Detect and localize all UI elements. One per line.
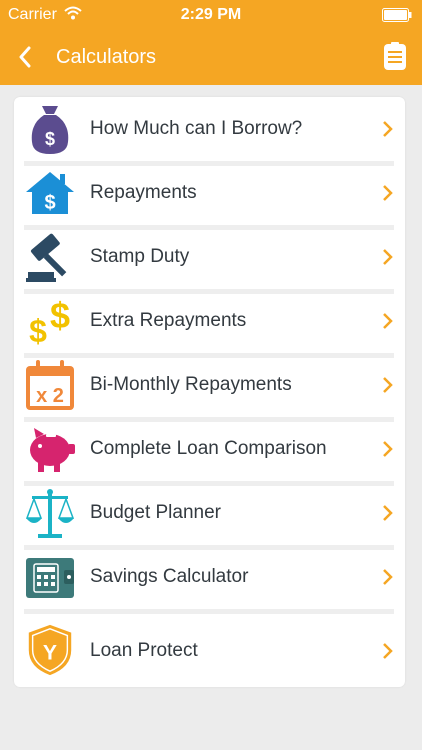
svg-text:x 2: x 2 [36,385,64,407]
chevron-right-icon [383,643,393,659]
page-title: Calculators [56,45,157,68]
wallet-calculator-icon [26,558,74,598]
list-item-label: Complete Loan Comparison [90,438,327,459]
list-item-label: Repayments [90,182,197,203]
chevron-right-icon [383,313,393,329]
svg-text:$: $ [45,129,55,149]
svg-text:$: $ [50,295,70,336]
status-bar: Carrier 2:29 PM [0,0,422,30]
list-item-budget-planner[interactable]: Budget Planner [14,481,405,545]
header-bar: Carrier 2:29 PM Calculators [0,0,422,85]
nav-bar: Calculators [0,30,422,85]
list-item-label: Stamp Duty [90,246,190,267]
list-item-label: Bi-Monthly Repayments [90,374,292,395]
money-bag-icon: $ [31,106,69,154]
list-item-loan-protect[interactable]: Y Loan Protect [14,617,405,685]
chevron-right-icon [383,505,393,521]
list-item-repayments[interactable]: $ Repayments [14,161,405,225]
chevron-right-icon [383,569,393,585]
list-item-label: Extra Repayments [90,310,247,331]
list-item-label: Savings Calculator [90,566,249,587]
chevron-right-icon [383,185,393,201]
calculator-list: $ How Much can I Borrow? $ Repayments St… [14,97,405,687]
list-item-label: Budget Planner [90,502,221,523]
list-item-how-much-can-i-borrow[interactable]: $ How Much can I Borrow? [14,97,405,161]
chevron-right-icon [383,121,393,137]
gavel-icon [26,233,67,282]
house-dollar-icon: $ [26,172,74,214]
calendar-x2-icon: x 2 [26,360,74,410]
divider [24,609,394,614]
list-item-label: How Much can I Borrow? [90,118,303,139]
back-button[interactable]: Calculators [18,42,156,72]
notes-icon[interactable] [380,42,410,72]
piggy-bank-icon [30,428,75,472]
list-item-complete-loan-comparison[interactable]: Complete Loan Comparison [14,417,405,481]
list-item-savings-calculator[interactable]: Savings Calculator [14,545,405,609]
list-item-stamp-duty[interactable]: Stamp Duty [14,225,405,289]
svg-text:$: $ [29,313,47,348]
scales-icon [25,489,75,538]
svg-text:$: $ [44,192,55,214]
chevron-right-icon [383,441,393,457]
list-item-extra-repayments[interactable]: $ $ Extra Repayments [14,289,405,353]
list-item-label: Loan Protect [90,640,198,661]
list-item-bi-monthly-repayments[interactable]: x 2 Bi-Monthly Repayments [14,353,405,417]
chevron-right-icon [383,377,393,393]
svg-text:Y: Y [43,642,57,665]
chevron-right-icon [383,249,393,265]
shield-y-icon: Y [28,624,72,676]
battery-icon [382,8,412,22]
dollar-signs-icon: $ $ [29,295,70,348]
status-time: 2:29 PM [180,6,242,23]
chevron-left-icon [19,46,31,68]
